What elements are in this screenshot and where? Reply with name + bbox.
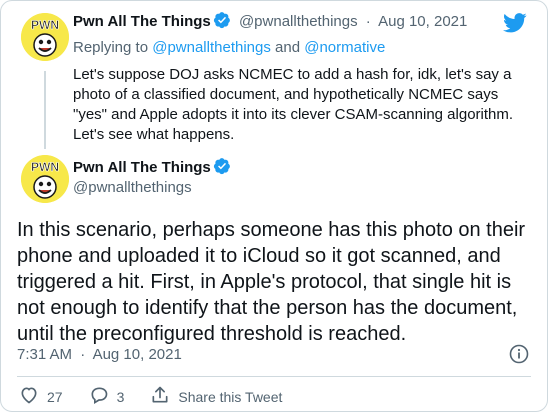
- separator-dot: ·: [365, 13, 371, 30]
- tweet1-header: Pwn All The Things @pwnallthethings · Au…: [73, 11, 467, 33]
- like-count: 27: [47, 388, 63, 405]
- reply-prefix: Replying to: [73, 39, 153, 56]
- reply-icon: [89, 385, 109, 408]
- verified-badge-icon: [213, 157, 231, 180]
- heart-icon: [19, 385, 39, 408]
- author-handle[interactable]: @pwnallthethings: [73, 179, 192, 196]
- svg-text:PWN: PWN: [31, 160, 59, 174]
- reply-count: 3: [116, 388, 125, 405]
- tweet1-text: Let's suppose DOJ asks NCMEC to add a ha…: [73, 66, 514, 143]
- twitter-bird-icon[interactable]: [503, 13, 527, 38]
- reply-and: and: [270, 39, 305, 56]
- tweet-meta: 7:31 AM · Aug 10, 2021: [17, 346, 182, 363]
- tweet-card: PWN Pwn All The Things @pwnallthethings …: [0, 0, 548, 412]
- author-handle[interactable]: @pwnallthethings: [239, 13, 358, 30]
- avatar[interactable]: PWN: [21, 155, 69, 203]
- share-icon: [150, 385, 170, 408]
- separator-dot: ·: [80, 346, 86, 363]
- tweet-date[interactable]: Aug 10, 2021: [93, 346, 182, 363]
- divider: [17, 376, 531, 377]
- thread-connector: [44, 71, 46, 149]
- tweet2-header: Pwn All The Things: [73, 157, 231, 180]
- action-bar: 27 3 Share this Tweet: [19, 385, 308, 408]
- author-name[interactable]: Pwn All The Things: [73, 13, 211, 30]
- tweet-date[interactable]: Aug 10, 2021: [378, 13, 467, 30]
- author-name[interactable]: Pwn All The Things: [73, 159, 211, 176]
- replying-to: Replying to @pwnallthethings and @normat…: [73, 39, 385, 56]
- info-icon[interactable]: [509, 344, 529, 369]
- like-button[interactable]: 27: [19, 385, 63, 408]
- svg-text:PWN: PWN: [31, 18, 59, 32]
- verified-badge-icon: [213, 11, 231, 33]
- avatar[interactable]: PWN: [21, 13, 69, 61]
- reply-mention-1[interactable]: @pwnallthethings: [152, 39, 271, 56]
- reply-button[interactable]: 3: [89, 385, 125, 408]
- tweet2-text: In this scenario, perhaps someone has th…: [17, 219, 526, 345]
- tweet-time[interactable]: 7:31 AM: [17, 346, 72, 363]
- share-label: Share this Tweet: [178, 388, 283, 405]
- reply-mention-2[interactable]: @normative: [304, 39, 385, 56]
- share-button[interactable]: Share this Tweet: [150, 385, 282, 408]
